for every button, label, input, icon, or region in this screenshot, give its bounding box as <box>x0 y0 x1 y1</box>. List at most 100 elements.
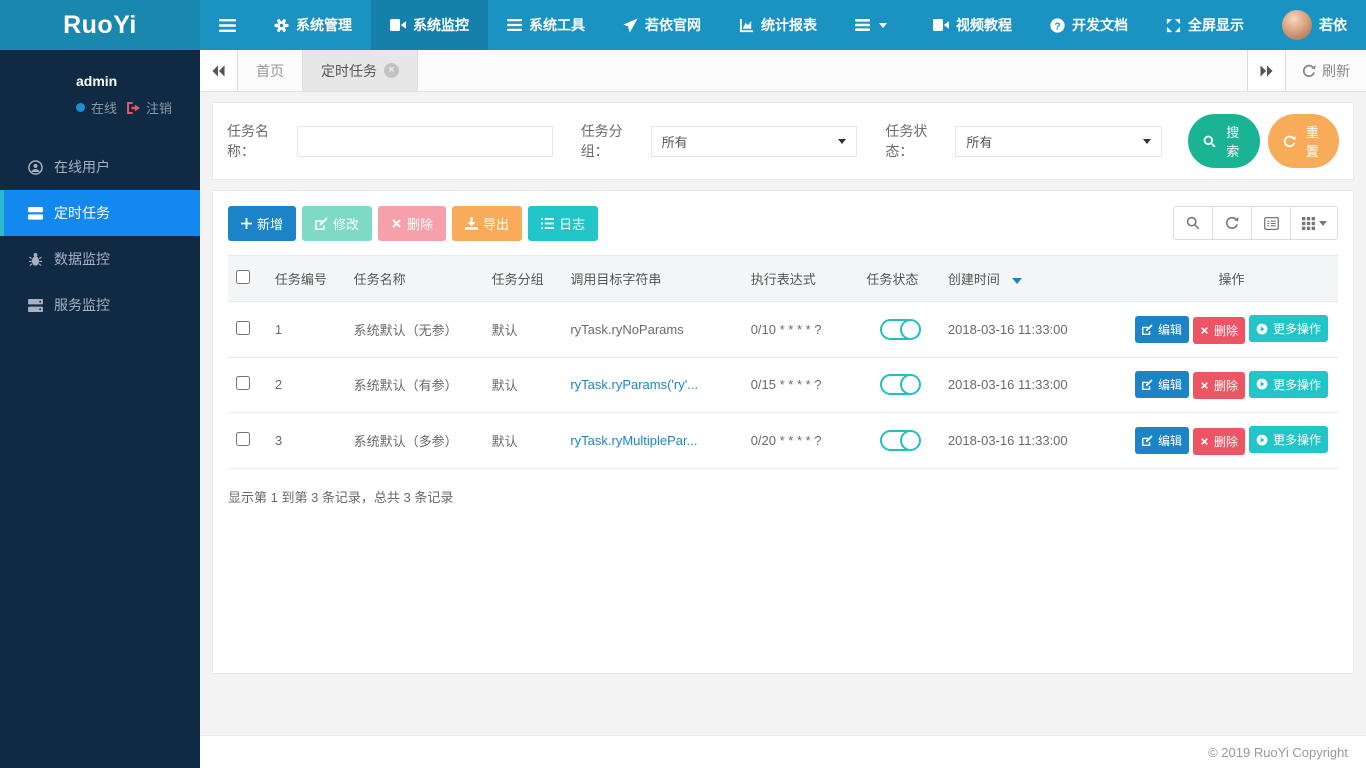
columns-button[interactable] <box>1290 206 1338 240</box>
col-job-id: 任务编号 <box>267 256 346 302</box>
col-status: 任务状态 <box>858 256 940 302</box>
sidebar-item-data-monitor[interactable]: 数据监控 <box>0 236 200 282</box>
nav-fullscreen[interactable]: 全屏显示 <box>1147 0 1263 50</box>
scroll-tabs-right-button[interactable] <box>1247 50 1285 91</box>
cell-job-id: 1 <box>267 302 346 358</box>
more-actions-button[interactable]: 更多操作 <box>1249 371 1328 398</box>
edit-icon <box>1142 379 1153 390</box>
nav-statistics[interactable]: 统计报表 <box>720 0 836 50</box>
double-right-icon <box>1260 65 1273 77</box>
tab-label: 定时任务 <box>321 61 377 81</box>
avatar[interactable] <box>14 70 64 120</box>
search-form: 任务名称： 任务分组： 所有 任务状态： 所有 搜索 <box>212 102 1354 180</box>
tab-home[interactable]: 首页 <box>238 50 303 91</box>
jobs-panel: 新增 修改 删除 <box>212 190 1354 674</box>
status-toggle[interactable] <box>880 319 918 340</box>
nav-system-manage[interactable]: 系统管理 <box>255 0 371 50</box>
logout-link[interactable]: 注销 <box>146 98 172 117</box>
row-checkbox[interactable] <box>236 376 250 390</box>
col-created-sortable[interactable]: 创建时间 <box>940 256 1125 302</box>
more-actions-button[interactable]: 更多操作 <box>1249 315 1328 342</box>
cell-job-name: 系统默认（无参） <box>346 302 484 358</box>
export-button[interactable]: 导出 <box>452 206 522 241</box>
cell-job-name: 系统默认（有参） <box>346 357 484 413</box>
online-dot-icon <box>76 103 85 112</box>
row-checkbox[interactable] <box>236 432 250 446</box>
job-group-select[interactable]: 所有 <box>651 126 858 157</box>
show-search-button[interactable] <box>1173 206 1213 240</box>
pagination-summary: 显示第 1 到第 3 条记录，总共 3 条记录 <box>228 487 1338 506</box>
nav-label: 若依 <box>1319 15 1347 35</box>
edit-icon <box>1142 435 1153 446</box>
x-icon <box>1200 326 1209 335</box>
nav-video-tutorial[interactable]: 视频教程 <box>914 0 1031 50</box>
delete-button[interactable]: 删除 <box>378 206 446 241</box>
sidebar-item-label: 数据监控 <box>54 249 110 269</box>
server-icon <box>28 299 43 312</box>
list-icon <box>507 19 522 31</box>
edit-button[interactable]: 编辑 <box>1135 316 1189 343</box>
edit-button[interactable]: 编辑 <box>1135 371 1189 398</box>
edit-button[interactable]: 编辑 <box>1135 427 1189 454</box>
delete-button[interactable]: 删除 <box>1193 372 1245 399</box>
button-label: 搜索 <box>1221 122 1244 160</box>
tab-scheduled-jobs[interactable]: 定时任务 × <box>303 50 418 91</box>
job-name-label: 任务名称： <box>227 121 293 161</box>
refresh-table-button[interactable] <box>1212 206 1252 240</box>
col-invoke-target: 调用目标字符串 <box>562 256 742 302</box>
chevron-down-icon <box>879 23 887 28</box>
app-logo: RuoYi <box>0 0 200 50</box>
delete-button[interactable]: 删除 <box>1193 428 1245 455</box>
cell-invoke-target-link[interactable]: ryTask.ryMultiplePar... <box>570 433 697 448</box>
cell-job-group: 默认 <box>484 302 563 358</box>
refresh-icon <box>1225 216 1239 230</box>
status-toggle[interactable] <box>880 430 918 451</box>
cell-job-id: 2 <box>267 357 346 413</box>
user-name: admin <box>76 73 172 89</box>
fullscreen-icon <box>1166 18 1181 33</box>
cell-invoke-target-link[interactable]: ryTask.ryParams('ry'... <box>570 377 698 392</box>
refresh-tab-button[interactable]: 刷新 <box>1285 50 1366 91</box>
reset-button[interactable]: 重置 <box>1268 114 1339 168</box>
col-cron: 执行表达式 <box>743 256 859 302</box>
grid-icon <box>1302 217 1315 230</box>
play-circle-icon <box>1256 323 1268 335</box>
nav-dev-docs[interactable]: ? 开发文档 <box>1031 0 1147 50</box>
button-label: 删除 <box>407 214 433 233</box>
sidebar-item-scheduled-jobs[interactable]: 定时任务 <box>0 190 200 236</box>
cell-cron: 0/10 * * * * ? <box>743 302 859 358</box>
modify-button[interactable]: 修改 <box>302 206 372 241</box>
row-checkbox[interactable] <box>236 321 250 335</box>
status-toggle[interactable] <box>880 374 918 395</box>
nav-user-menu[interactable]: 若依 <box>1263 0 1366 50</box>
sidebar-item-service-monitor[interactable]: 服务监控 <box>0 282 200 328</box>
scroll-tabs-left-button[interactable] <box>200 50 238 91</box>
add-button[interactable]: 新增 <box>228 206 296 241</box>
search-icon <box>1203 135 1216 148</box>
select-all-checkbox[interactable] <box>236 270 250 284</box>
sidebar-item-online-users[interactable]: 在线用户 <box>0 144 200 190</box>
more-actions-button[interactable]: 更多操作 <box>1249 426 1328 453</box>
chevron-down-icon <box>1319 221 1327 226</box>
search-button[interactable]: 搜索 <box>1188 114 1259 168</box>
button-label: 导出 <box>483 214 509 233</box>
cell-invoke-target: ryTask.ryNoParams <box>570 322 683 337</box>
button-label: 更多操作 <box>1273 320 1321 337</box>
close-icon[interactable]: × <box>384 63 399 78</box>
x-icon <box>391 218 402 229</box>
delete-button[interactable]: 删除 <box>1193 317 1245 344</box>
button-label: 编辑 <box>1158 432 1182 449</box>
nav-more-menu[interactable] <box>836 0 906 50</box>
user-avatar <box>1282 10 1312 40</box>
job-name-input[interactable] <box>297 126 553 157</box>
nav-system-monitor[interactable]: 系统监控 <box>371 0 488 50</box>
button-label: 新增 <box>257 214 283 233</box>
nav-label: 全屏显示 <box>1188 15 1244 35</box>
nav-official-site[interactable]: 若依官网 <box>604 0 720 50</box>
toggle-view-button[interactable] <box>1251 206 1291 240</box>
cell-created: 2018-03-16 11:33:00 <box>940 413 1125 469</box>
sidebar-toggle-button[interactable] <box>200 0 255 50</box>
job-status-select[interactable]: 所有 <box>955 126 1162 157</box>
nav-system-tools[interactable]: 系统工具 <box>488 0 604 50</box>
log-button[interactable]: 日志 <box>528 206 598 241</box>
